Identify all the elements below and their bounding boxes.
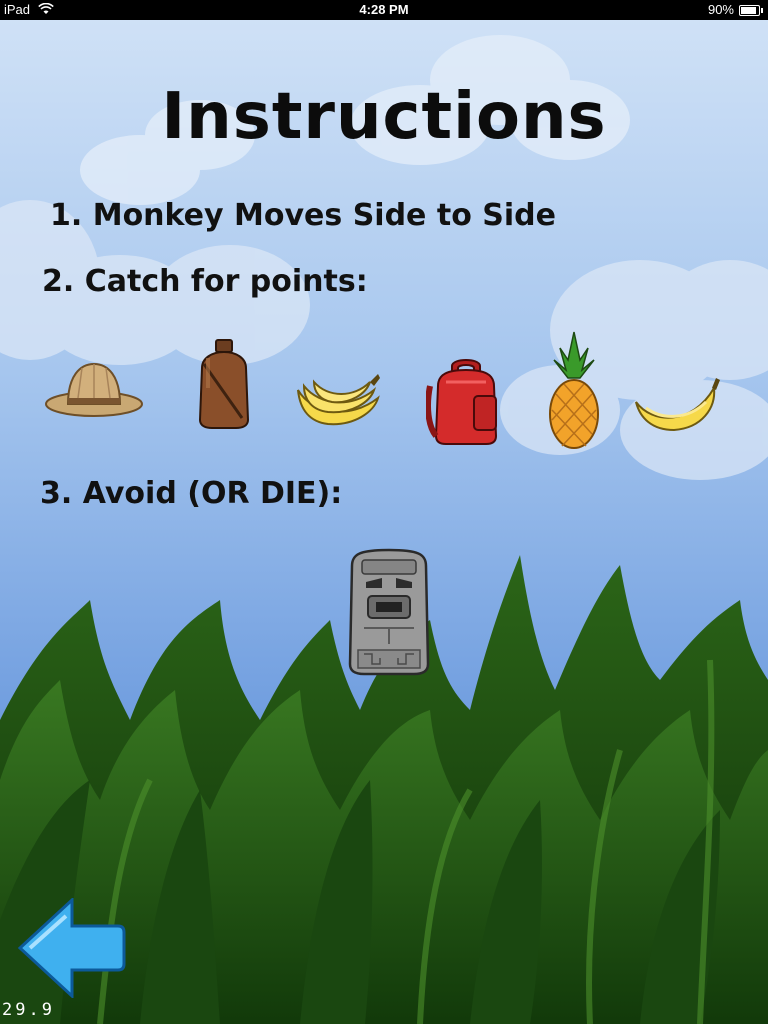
backpack-icon xyxy=(426,359,498,445)
banana-bunch-icon xyxy=(297,374,380,426)
pineapple-icon xyxy=(549,331,599,449)
game-scene: Instructions 1. Monkey Moves Side to Sid… xyxy=(0,20,768,1024)
back-button[interactable] xyxy=(16,896,126,1002)
banana-icon xyxy=(635,378,720,432)
battery-percent: 90% xyxy=(707,2,734,17)
status-bar: iPad 4:28 PM 90% xyxy=(0,0,768,20)
status-time: 4:28 PM xyxy=(359,2,409,17)
instruction-step-2: 2. Catch for points: xyxy=(42,264,368,299)
jungle-background xyxy=(0,20,768,1024)
instruction-step-1: 1. Monkey Moves Side to Side xyxy=(50,198,556,233)
canteen-icon xyxy=(198,339,250,429)
instruction-step-3: 3. Avoid (OR DIE): xyxy=(40,476,343,511)
stone-idol-icon xyxy=(348,548,430,676)
back-arrow-icon xyxy=(17,896,126,1000)
page-title: Instructions xyxy=(161,80,607,154)
fps-counter: 29.9 xyxy=(2,1000,55,1020)
battery-icon xyxy=(739,5,763,16)
safari-hat-icon xyxy=(45,362,143,417)
